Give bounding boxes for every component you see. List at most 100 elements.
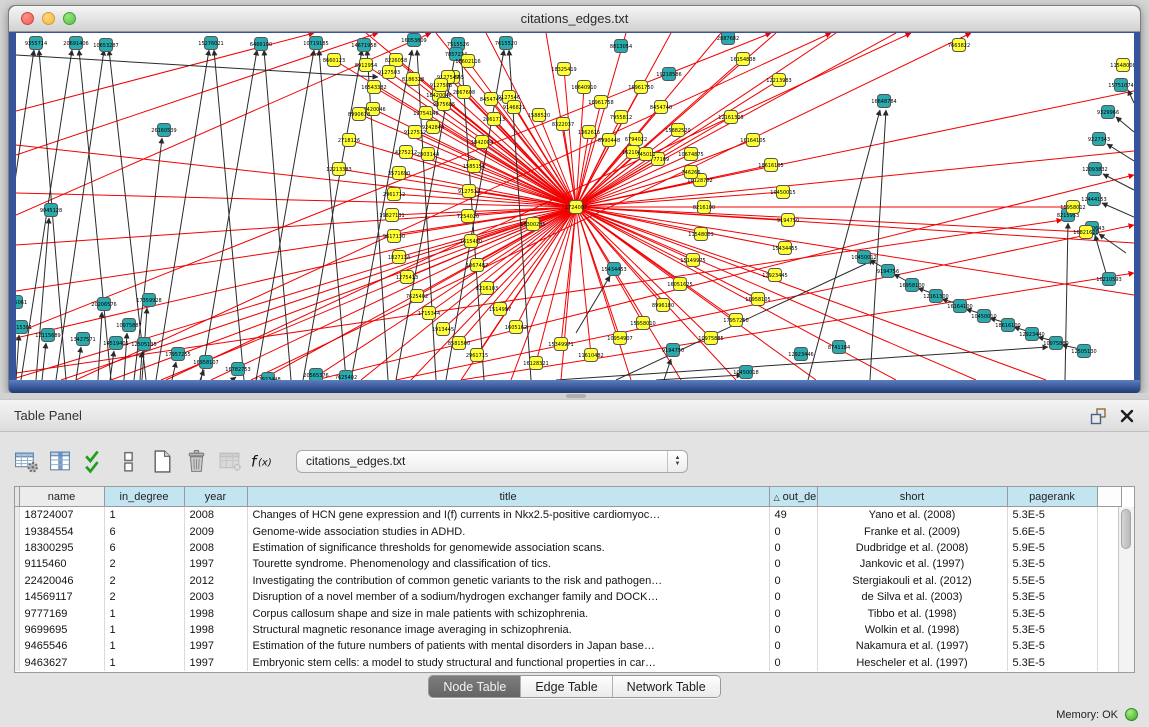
graph-node[interactable]: 6794022 (625, 133, 647, 146)
graph-edge[interactable] (576, 140, 753, 207)
cell-pagerank[interactable]: 5.9E-5 (1007, 540, 1097, 556)
graph-node[interactable]: 20691406 (63, 37, 88, 50)
graph-node[interactable]: 10954907 (607, 332, 632, 345)
graph-node[interactable]: 15751074 (1108, 79, 1133, 92)
table-row[interactable]: 1830029562008Estimation of significance … (15, 540, 1121, 556)
cell-year[interactable]: 1998 (184, 605, 247, 621)
cell-in_degree[interactable]: 1 (104, 638, 184, 654)
table-row[interactable]: 2242004622012Investigating the contribut… (15, 573, 1121, 589)
graph-node[interactable]: 12213983 (766, 74, 791, 87)
graph-node[interactable]: 15276021 (198, 37, 223, 50)
graph-node[interactable]: 18325419 (551, 63, 576, 76)
cell-in_degree[interactable]: 6 (104, 523, 184, 539)
graph-node[interactable]: 2718126 (338, 134, 360, 147)
graph-node[interactable]: 8990448 (598, 134, 620, 147)
graph-node[interactable]: 746266 (681, 166, 700, 179)
cell-short[interactable]: Jankovic et al. (1997) (817, 556, 1007, 572)
graph-edge[interactable] (156, 50, 209, 380)
graph-node[interactable]: 9329966 (1097, 106, 1119, 119)
cell-title[interactable]: Investigating the contribution of common… (247, 573, 769, 589)
graph-node[interactable]: 10975885 (698, 332, 723, 345)
graph-edge[interactable] (1116, 117, 1134, 132)
graph-node[interactable]: 11610482 (578, 349, 603, 362)
cell-pagerank[interactable]: 5.3E-5 (1007, 507, 1097, 524)
graph-node[interactable]: 9127503 (378, 66, 400, 79)
table-row[interactable]: 946554611997Estimation of the future num… (15, 638, 1121, 654)
cell-pagerank[interactable]: 5.3E-5 (1007, 622, 1097, 638)
graph-node[interactable]: 12213383 (326, 163, 351, 176)
cell-name[interactable]: 18300295 (19, 540, 104, 556)
graph-edge[interactable] (576, 172, 691, 207)
graph-node[interactable]: 16782753 (225, 363, 250, 376)
cell-in_degree[interactable]: 1 (104, 622, 184, 638)
cell-name[interactable]: 9463627 (19, 655, 104, 671)
cell-name[interactable]: 18724007 (19, 507, 104, 524)
graph-node[interactable]: 12923448 (255, 373, 280, 381)
graph-node[interactable]: 18616105 (758, 159, 783, 172)
cell-title[interactable]: Changes of HCN gene expression and I(f) … (247, 507, 769, 524)
cell-name[interactable]: 9465546 (19, 638, 104, 654)
cell-name[interactable]: 19384554 (19, 523, 104, 539)
cell-name[interactable]: 9699695 (19, 622, 104, 638)
graph-node[interactable]: 8454740 (650, 101, 672, 114)
graph-node[interactable]: 8813054 (610, 40, 632, 53)
cell-short[interactable]: de Silva et al. (2003) (817, 589, 1007, 605)
new-document-icon[interactable] (148, 446, 176, 476)
cell-year[interactable]: 2012 (184, 573, 247, 589)
cell-short[interactable]: Tibbo et al. (1998) (817, 605, 1007, 621)
apply-checks-icon[interactable] (80, 446, 108, 476)
graph-edge[interactable] (172, 362, 176, 380)
memory-ok-indicator[interactable] (1125, 708, 1138, 721)
graph-edge[interactable] (98, 312, 102, 380)
table-row[interactable]: 1938455462009Genome-wide association stu… (15, 523, 1121, 539)
graph-node[interactable]: 12093832 (1082, 163, 1107, 176)
network-window-titlebar[interactable]: citations_edges.txt (9, 6, 1140, 32)
cell-year[interactable]: 2003 (184, 589, 247, 605)
graph-node[interactable]: 9617130 (383, 230, 405, 243)
table-options-icon[interactable] (12, 446, 40, 476)
cell-year[interactable]: 1998 (184, 622, 247, 638)
cell-out_de[interactable]: 0 (769, 523, 817, 539)
row-height-icon[interactable] (114, 446, 142, 476)
table-row[interactable]: 946362711997Embryonic stem cells: a mode… (15, 655, 1121, 671)
graph-node[interactable]: 12505135 (131, 338, 156, 351)
graph-edge[interactable] (110, 351, 114, 380)
cell-short[interactable]: Yano et al. (2008) (817, 507, 1007, 524)
graph-node[interactable]: 20565376 (303, 369, 328, 381)
graph-node[interactable]: 1715061 (16, 296, 27, 309)
tab-edge-table[interactable]: Edge Table (520, 676, 611, 697)
column-header-pagerank[interactable]: pagerank (1007, 487, 1097, 507)
graph-edge[interactable] (1065, 223, 1068, 380)
graph-node[interactable]: 15349971 (548, 338, 573, 351)
table-row[interactable]: 1456911722003Disruption of a novel membe… (15, 589, 1121, 605)
graph-node[interactable]: 9194750 (777, 214, 799, 227)
graph-edge[interactable] (264, 50, 291, 380)
show-columns-icon[interactable] (46, 446, 74, 476)
cell-out_de[interactable]: 0 (769, 638, 817, 654)
graph-node[interactable]: 9045128 (40, 204, 62, 217)
cell-short[interactable]: Hescheler et al. (1997) (817, 655, 1007, 671)
graph-node[interactable]: 745012 (636, 148, 655, 161)
graph-edge[interactable] (1102, 203, 1134, 217)
cell-year[interactable]: 2008 (184, 540, 247, 556)
graph-node[interactable]: 12923446 (788, 348, 813, 361)
cell-short[interactable]: Wolkin et al. (1998) (817, 622, 1007, 638)
cell-out_de[interactable]: 0 (769, 556, 817, 572)
cell-title[interactable]: Tourette syndrome. Phenomenology and cla… (247, 556, 769, 572)
cell-name[interactable]: 14569117 (19, 589, 104, 605)
graph-node[interactable]: 16640910 (571, 81, 596, 94)
cell-pagerank[interactable]: 5.3E-5 (1007, 556, 1097, 572)
cell-pagerank[interactable]: 5.6E-5 (1007, 523, 1097, 539)
cell-in_degree[interactable]: 2 (104, 589, 184, 605)
cell-out_de[interactable]: 0 (769, 605, 817, 621)
graph-node[interactable]: 1827134 (388, 251, 410, 264)
graph-node[interactable]: 7663822 (948, 39, 970, 52)
graph-node[interactable]: 7955812 (610, 111, 632, 124)
graph-node[interactable]: 7625402 (335, 371, 357, 381)
cell-short[interactable]: Franke et al. (2009) (817, 523, 1007, 539)
column-header-short[interactable]: short (817, 487, 1007, 507)
graph-node[interactable]: 4275212 (395, 146, 417, 159)
graph-node[interactable]: 10210593 (1096, 273, 1121, 286)
cell-year[interactable]: 2009 (184, 523, 247, 539)
graph-node[interactable]: 10975887 (116, 319, 141, 332)
